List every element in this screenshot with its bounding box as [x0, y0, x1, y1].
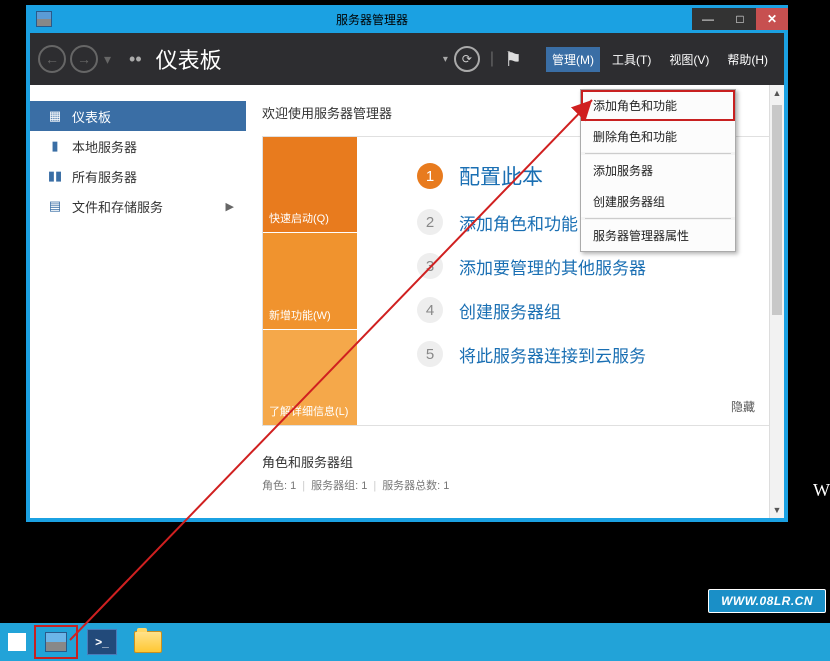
scroll-thumb[interactable] [772, 105, 782, 315]
step-number: 3 [417, 253, 443, 279]
menu-view[interactable]: 视图(V) [663, 47, 715, 72]
step-number: 5 [417, 341, 443, 367]
step-label: 将此服务器连接到云服务 [459, 342, 646, 367]
breadcrumb-separator: •• [129, 49, 142, 70]
storage-icon: ▤ [48, 199, 62, 213]
dropdown-properties[interactable]: 服务器管理器属性 [581, 220, 735, 251]
manage-dropdown: 添加角色和功能 删除角色和功能 添加服务器 创建服务器组 服务器管理器属性 [580, 89, 736, 252]
sidebar-item-label: 本地服务器 [72, 137, 137, 156]
hide-link[interactable]: 隐藏 [731, 398, 755, 415]
flag-icon[interactable]: ⚑ [504, 47, 522, 72]
roles-groups-summary: 角色: 1|服务器组: 1|服务器总数: 1 [262, 477, 772, 493]
server-icon: ▮ [48, 139, 62, 153]
sidebar-item-all-servers[interactable]: ▮▮ 所有服务器 [30, 161, 246, 191]
maximize-button[interactable]: □ [724, 8, 756, 30]
taskbar-server-manager[interactable] [34, 625, 78, 659]
app-icon [36, 11, 52, 27]
menu-manage[interactable]: 管理(M) [546, 47, 600, 72]
toolbar-separator: | [490, 50, 494, 68]
forward-button[interactable]: → [70, 45, 98, 73]
sidebar-item-dashboard[interactable]: ▦ 仪表板 [30, 101, 246, 131]
step-number: 4 [417, 297, 443, 323]
sidebar-item-label: 文件和存储服务 [72, 197, 163, 216]
step-connect-cloud[interactable]: 5 将此服务器连接到云服务 [417, 341, 751, 367]
scrollbar[interactable]: ▲ ▼ [769, 85, 784, 518]
step-label: 添加角色和功能 [459, 210, 578, 235]
step-number: 1 [417, 163, 443, 189]
nav-dropdown-icon[interactable]: ▾ [104, 51, 111, 68]
folder-icon [134, 631, 162, 653]
servers-icon: ▮▮ [48, 169, 62, 183]
step-create-group[interactable]: 4 创建服务器组 [417, 297, 751, 323]
breadcrumb-title: 仪表板 [156, 43, 222, 75]
menu-tools[interactable]: 工具(T) [606, 47, 657, 72]
refresh-icon[interactable]: ⟳ [454, 46, 480, 72]
dropdown-create-group[interactable]: 创建服务器组 [581, 186, 735, 217]
back-button[interactable]: ← [38, 45, 66, 73]
scroll-up-icon[interactable]: ▲ [770, 85, 784, 101]
dropdown-add-server[interactable]: 添加服务器 [581, 155, 735, 186]
scroll-down-icon[interactable]: ▼ [770, 502, 784, 518]
sidebar-item-label: 仪表板 [72, 107, 111, 126]
sidebar-item-label: 所有服务器 [72, 167, 137, 186]
step-label: 配置此本 [459, 161, 543, 191]
step-label: 创建服务器组 [459, 298, 561, 323]
watermark-fragment: W [813, 480, 830, 501]
taskbar-powershell[interactable]: >_ [80, 625, 124, 659]
step-label: 添加要管理的其他服务器 [459, 254, 646, 279]
windows-icon [8, 633, 26, 651]
dropdown-separator [585, 153, 731, 154]
roles-groups-heading: 角色和服务器组 [262, 452, 772, 471]
taskbar: >_ [0, 623, 830, 661]
start-button[interactable] [2, 625, 32, 659]
sidebar-item-local-server[interactable]: ▮ 本地服务器 [30, 131, 246, 161]
menu-help[interactable]: 帮助(H) [721, 47, 774, 72]
watermark: WWW.08LR.CN [708, 589, 826, 613]
toolbar: ← → ▾ •• 仪表板 ▾ ⟳ | ⚑ 管理(M) 工具(T) 视图(V) 帮… [30, 33, 784, 85]
chevron-right-icon: ▶ [226, 200, 234, 213]
tile-quick-start[interactable]: 快速启动(Q) [263, 137, 357, 232]
tile-learn-more[interactable]: 了解详细信息(L) [263, 329, 357, 425]
tile-new-features[interactable]: 新增功能(W) [263, 232, 357, 328]
window-title: 服务器管理器 [52, 11, 692, 28]
powershell-icon: >_ [87, 629, 117, 655]
step-add-servers[interactable]: 3 添加要管理的其他服务器 [417, 253, 751, 279]
dropdown-add-roles[interactable]: 添加角色和功能 [581, 90, 735, 121]
dashboard-icon: ▦ [48, 109, 62, 123]
sidebar-item-file-storage[interactable]: ▤ 文件和存储服务 ▶ [30, 191, 246, 221]
dropdown-remove-roles[interactable]: 删除角色和功能 [581, 121, 735, 152]
server-manager-icon [45, 632, 67, 652]
minimize-button[interactable]: — [692, 8, 724, 30]
sidebar: ▦ 仪表板 ▮ 本地服务器 ▮▮ 所有服务器 ▤ 文件和存储服务 ▶ [30, 85, 246, 518]
close-button[interactable]: ✕ [756, 8, 788, 30]
title-bar: 服务器管理器 — □ ✕ [26, 5, 788, 33]
refresh-dropdown-icon[interactable]: ▾ [443, 54, 448, 65]
step-number: 2 [417, 209, 443, 235]
taskbar-explorer[interactable] [126, 625, 170, 659]
dropdown-separator [585, 218, 731, 219]
